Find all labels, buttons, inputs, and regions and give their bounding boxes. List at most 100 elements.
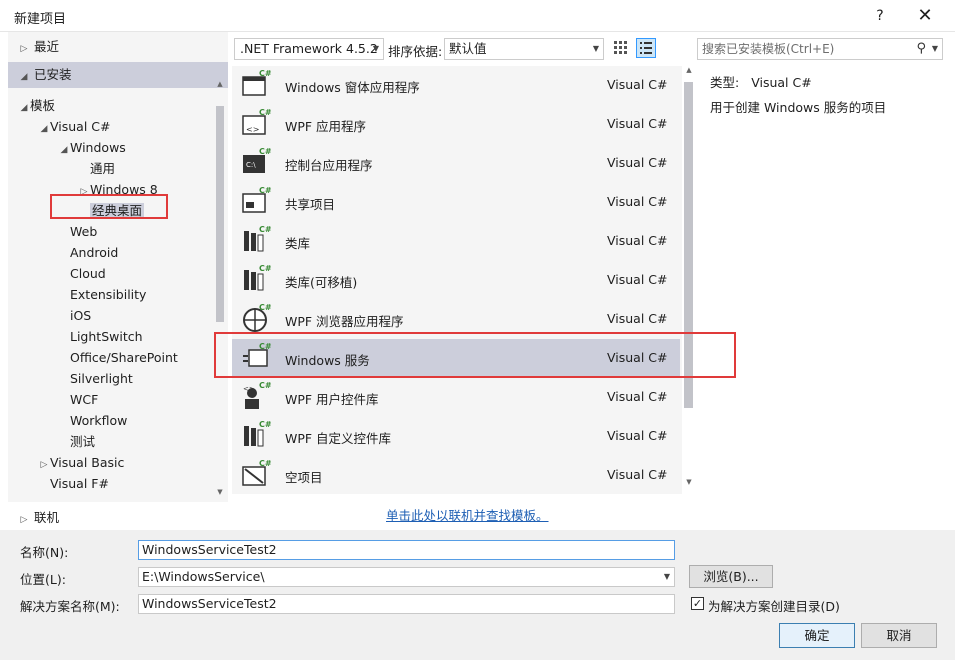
ok-button[interactable]: 确定: [779, 623, 855, 648]
tree-item[interactable]: iOS: [58, 305, 91, 326]
svg-text:C#: C#: [259, 147, 271, 156]
grid-view-icon[interactable]: [612, 39, 630, 57]
tree-item-label: Web: [70, 224, 98, 239]
template-name: 共享项目: [285, 197, 336, 212]
location-field[interactable]: E:\WindowsService\ ▼: [138, 567, 675, 587]
svg-text:<>: <>: [243, 385, 255, 393]
cancel-button[interactable]: 取消: [861, 623, 937, 648]
expand-arrow-icon[interactable]: ▷: [18, 510, 30, 531]
template-language: Visual C#: [607, 233, 668, 248]
template-item[interactable]: C# 空项目 Visual C#: [232, 456, 680, 495]
scroll-up-icon[interactable]: ▲: [682, 66, 696, 74]
svg-text:C#: C#: [259, 186, 271, 195]
tree-item[interactable]: LightSwitch: [58, 326, 143, 347]
tree-item[interactable]: Office/SharePoint: [58, 347, 178, 368]
chevron-down-icon[interactable]: ▼: [664, 568, 670, 586]
console-icon: C:\ C#: [241, 147, 272, 177]
online-templates-link[interactable]: 单击此处以联机并查找模板。: [386, 505, 549, 524]
collapse-arrow-icon[interactable]: ◢: [18, 64, 30, 90]
template-name: 类库(可移植): [285, 275, 358, 290]
tree-item[interactable]: Workflow: [58, 410, 127, 431]
svg-text:C#: C#: [259, 108, 271, 117]
tree-item-online[interactable]: ▷ 联机: [18, 507, 59, 528]
close-button[interactable]: ✕: [910, 4, 940, 28]
expand-arrow-icon[interactable]: ◢: [58, 140, 70, 161]
template-language: Visual C#: [607, 428, 668, 443]
template-list: C# Windows 窗体应用程序 Visual C# <> C# WPF 应用程序 Vis…: [232, 66, 682, 494]
tree-item[interactable]: ◢ 模板: [18, 95, 55, 116]
template-item[interactable]: <> C# WPF 用户控件库 Visual C#: [232, 378, 680, 417]
svg-text:C:\: C:\: [246, 161, 256, 169]
solution-name-field[interactable]: WindowsServiceTest2: [138, 594, 675, 614]
template-name: Windows 窗体应用程序: [285, 80, 420, 95]
help-button[interactable]: ?: [866, 4, 894, 28]
tree-item-installed[interactable]: ◢ 已安装: [8, 62, 228, 88]
tree-item[interactable]: Web: [58, 221, 97, 242]
scroll-down-icon[interactable]: ▼: [215, 488, 225, 496]
name-field[interactable]: WindowsServiceTest2: [138, 540, 675, 560]
template-language: Visual C#: [607, 389, 668, 404]
tree-item[interactable]: Cloud: [58, 263, 106, 284]
tree-item-label: iOS: [70, 308, 92, 323]
tree-item-label: Android: [70, 245, 119, 260]
create-directory-checkbox[interactable]: ✓: [691, 597, 704, 610]
tree-item[interactable]: Android: [58, 242, 118, 263]
template-name: WPF 用户控件库: [285, 392, 379, 407]
search-icon[interactable]: ⚲: [916, 39, 926, 59]
tree-item[interactable]: Silverlight: [58, 368, 133, 389]
template-item[interactable]: C:\ C# 控制台应用程序 Visual C#: [232, 144, 680, 183]
type-value: Visual C#: [751, 75, 812, 90]
template-language: Visual C#: [607, 272, 668, 287]
annotation-box-classic-desktop: [50, 194, 168, 219]
expand-arrow-icon[interactable]: ◢: [38, 119, 50, 140]
tree-scroll-thumb[interactable]: [216, 106, 224, 322]
tree-item[interactable]: ◢ Visual C#: [38, 116, 111, 137]
search-input[interactable]: 搜索已安装模板(Ctrl+E) ⚲ ▼: [697, 38, 943, 60]
winforms-icon: C#: [241, 69, 272, 99]
browse-button[interactable]: 浏览(B)...: [689, 565, 773, 588]
tree-item-label: 测试: [70, 434, 96, 449]
template-item[interactable]: C# 类库(可移植) Visual C#: [232, 261, 680, 300]
solution-name-label: 解决方案名称(M):: [20, 599, 120, 614]
tree-item[interactable]: ▷ Visual Basic: [38, 452, 125, 473]
scroll-down-icon[interactable]: ▼: [682, 478, 696, 486]
expand-arrow-icon[interactable]: ▷: [18, 39, 30, 60]
empty-project-icon: C#: [241, 459, 272, 489]
chevron-down-icon[interactable]: ▼: [932, 39, 938, 59]
svg-text:C#: C#: [259, 264, 271, 273]
chevron-down-icon: ▼: [372, 44, 379, 53]
template-item[interactable]: C# 类库 Visual C#: [232, 222, 680, 261]
tree-item-label: Extensibility: [70, 287, 147, 302]
tree-item[interactable]: 通用: [78, 158, 115, 179]
template-item[interactable]: C# Windows 窗体应用程序 Visual C#: [232, 66, 680, 105]
template-language: Visual C#: [607, 155, 668, 170]
annotation-box-windows-service: [214, 332, 736, 378]
tree-item[interactable]: ◢ Windows: [58, 137, 126, 158]
tree-item-recent[interactable]: ▷ 最近: [18, 36, 59, 57]
tree-item[interactable]: WCF: [58, 389, 98, 410]
svg-text:C#: C#: [259, 381, 271, 390]
tree-item-label: Visual Basic: [50, 455, 125, 470]
sort-select[interactable]: 默认值 ▼: [444, 38, 604, 60]
tree-item-label: Office/SharePoint: [70, 350, 178, 365]
tree-item[interactable]: 测试: [58, 431, 95, 452]
template-name: 控制台应用程序: [285, 158, 373, 173]
template-language: Visual C#: [607, 116, 668, 131]
expand-arrow-icon[interactable]: ◢: [18, 98, 30, 119]
template-item[interactable]: C# 共享项目 Visual C#: [232, 183, 680, 222]
template-name: WPF 自定义控件库: [285, 431, 392, 446]
tree-item-label: Cloud: [70, 266, 106, 281]
template-language: Visual C#: [607, 194, 668, 209]
template-name: WPF 浏览器应用程序: [285, 314, 404, 329]
tree-item[interactable]: Extensibility: [58, 284, 146, 305]
scroll-up-icon[interactable]: ▲: [215, 80, 225, 88]
template-tree: ▷ 最近 ◢ 已安装 ◢ 模板 ◢ Visual C# ◢ Windows 通用 ▷ Windo…: [8, 32, 228, 525]
tree-item-label: Windows: [70, 140, 126, 155]
svg-text:C#: C#: [259, 69, 271, 78]
template-item[interactable]: C# WPF 自定义控件库 Visual C#: [232, 417, 680, 456]
tree-item[interactable]: Visual F#: [38, 473, 109, 494]
template-item[interactable]: <> C# WPF 应用程序 Visual C#: [232, 105, 680, 144]
framework-select[interactable]: .NET Framework 4.5.2 ▼: [234, 38, 384, 60]
list-view-icon[interactable]: [636, 38, 656, 58]
title-bar: [0, 0, 955, 32]
